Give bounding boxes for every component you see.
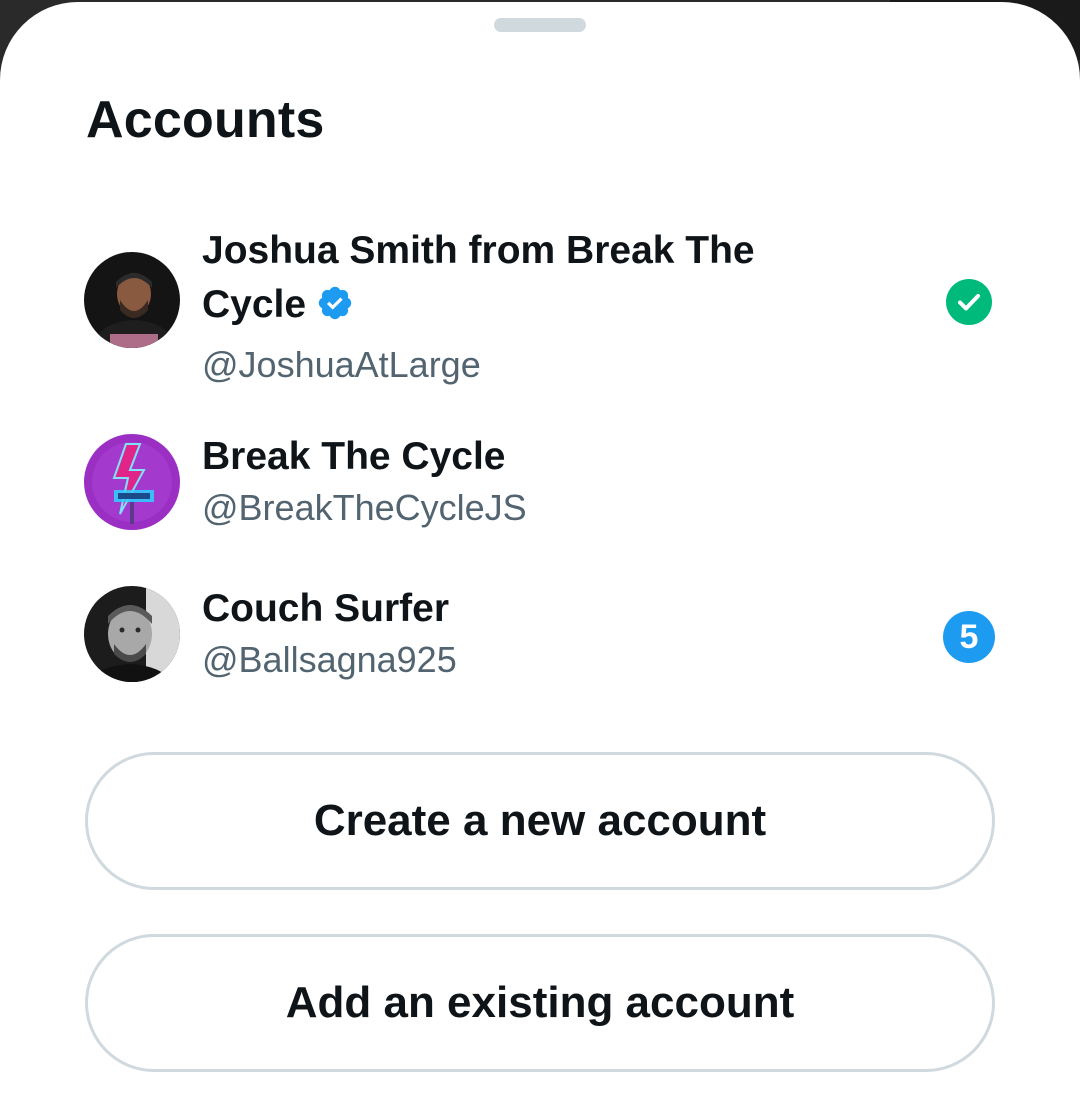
sheet-title: Accounts — [86, 91, 325, 149]
verified-badge-icon — [316, 283, 354, 337]
neon-sign-logo-avatar-icon — [84, 434, 180, 530]
account-text: Break The Cycle @BreakTheCycleJS — [202, 430, 842, 532]
account-row-ballsagna925[interactable]: Couch Surfer @Ballsagna925 5 — [0, 582, 1080, 692]
avatar — [84, 586, 180, 682]
account-row-joshuaatlarge[interactable]: Joshua Smith from Break The Cycle @Joshu… — [0, 224, 1080, 385]
drag-handle[interactable] — [494, 18, 586, 32]
user-photo-avatar-icon — [84, 252, 180, 348]
add-existing-account-button[interactable]: Add an existing account — [85, 934, 995, 1072]
account-handle: @Ballsagna925 — [202, 639, 457, 680]
notification-count-badge: 5 — [943, 611, 995, 663]
account-row-breakthecyclejs[interactable]: Break The Cycle @BreakTheCycleJS — [0, 430, 1080, 540]
avatar — [84, 434, 180, 530]
user-photo-avatar-icon — [84, 586, 180, 682]
account-text: Joshua Smith from Break The Cycle @Joshu… — [202, 224, 842, 389]
account-text: Couch Surfer @Ballsagna925 — [202, 582, 842, 684]
active-account-check-icon — [946, 279, 992, 325]
avatar — [84, 252, 180, 348]
account-handle: @JoshuaAtLarge — [202, 344, 481, 385]
create-new-account-button[interactable]: Create a new account — [85, 752, 995, 890]
account-name: Joshua Smith from Break The Cycle — [202, 224, 842, 337]
accounts-bottom-sheet: Accounts Joshua Smith from Break The Cyc… — [0, 2, 1080, 1114]
account-handle: @BreakTheCycleJS — [202, 487, 527, 528]
account-name: Break The Cycle — [202, 435, 506, 478]
account-name: Couch Surfer — [202, 587, 450, 630]
